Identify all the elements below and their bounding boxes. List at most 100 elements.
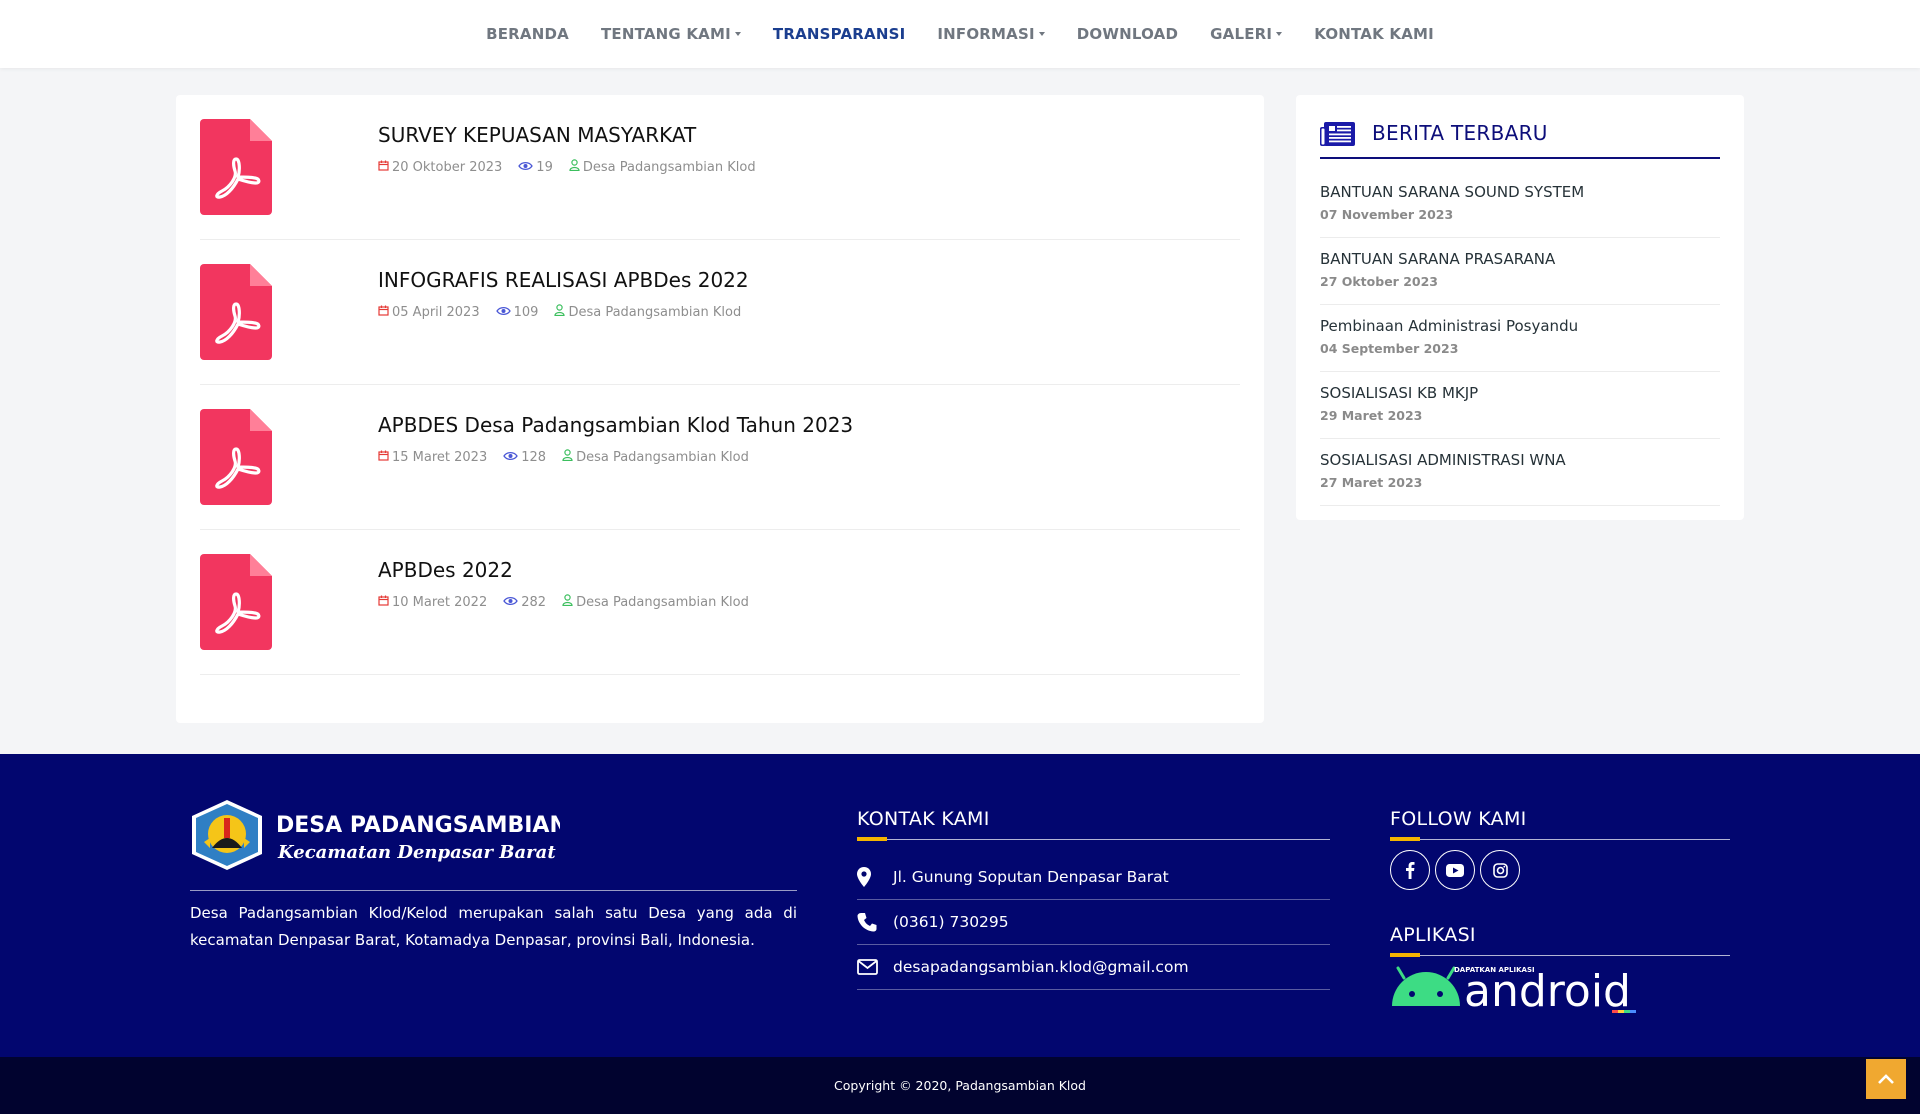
nav-label: GALERI [1210,25,1273,43]
facebook-icon [1406,862,1415,879]
document-author: Desa Padangsambian Klod [562,594,749,610]
news-item[interactable]: SOSIALISASI ADMINISTRASI WNA 27 Maret 20… [1320,439,1720,506]
nav-tentang-kami[interactable]: TENTANG KAMI [585,25,757,43]
eye-icon [518,160,536,175]
copyright-text: Copyright © 2020, Padangsambian Klod [834,1078,1086,1093]
contact-title: KONTAK KAMI [857,808,990,830]
nav-kontak-kami[interactable]: KONTAK KAMI [1298,25,1450,43]
contact-text[interactable]: (0361) 730295 [893,913,1009,931]
android-robot-icon [1392,966,1460,1006]
document-item[interactable]: SURVEY KEPUASAN MASYARKAT 20 Oktober 202… [200,95,1240,240]
news-date: 27 Oktober 2023 [1320,274,1438,289]
news-item[interactable]: Pembinaan Administrasi Posyandu 04 Septe… [1320,305,1720,372]
android-big-text: android [1464,966,1631,1016]
news-date: 04 September 2023 [1320,341,1459,356]
copyright-bar: Copyright © 2020, Padangsambian Klod [0,1057,1920,1114]
document-item[interactable]: APBDES Desa Padangsambian Klod Tahun 202… [200,385,1240,530]
top-navigation: BERANDA TENTANG KAMI TRANSPARANSI INFORMASI… [0,0,1920,68]
contact-text[interactable]: desapadangsambian.klod@gmail.com [893,958,1189,976]
user-icon [562,594,576,610]
nav-download[interactable]: DOWNLOAD [1061,25,1194,43]
document-meta: 05 April 2023 109 Desa Padangsambian Klo… [378,304,757,320]
latest-news-sidebar: BERITA TERBARU BANTUAN SARANA SOUND SYST… [1296,95,1744,520]
eye-icon [495,305,514,320]
user-icon [569,159,583,175]
site-footer: DESA PADANGSAMBIAN KLOD Kecamatan Denpas… [0,754,1920,1057]
document-author: Desa Padangsambian Klod [554,304,741,320]
news-title[interactable]: BANTUAN SARANA SOUND SYSTEM [1320,183,1584,201]
document-item[interactable]: INFOGRAFIS REALISASI APBDes 2022 05 Apri… [200,240,1240,385]
contact-row: (0361) 730295 [857,900,1330,945]
nav-informasi[interactable]: INFORMASI [921,25,1060,43]
document-author: Desa Padangsambian Klod [562,449,749,465]
scroll-to-top-button[interactable] [1866,1059,1906,1099]
document-title[interactable]: SURVEY KEPUASAN MASYARKAT [378,123,696,147]
document-date: 05 April 2023 [378,305,480,320]
nav-label: KONTAK KAMI [1314,25,1434,43]
eye-icon [503,595,521,610]
nav-galeri[interactable]: GALERI [1194,25,1298,43]
pdf-file-icon[interactable] [200,119,272,215]
instagram-icon [1492,862,1508,878]
follow-title-line [1390,839,1730,840]
caret-down-icon [734,32,741,36]
contact-title-line [857,839,1330,840]
android-app-badge[interactable]: DAPATKAN APLIKASI android [1390,964,1646,1017]
news-title[interactable]: BANTUAN SARANA PRASARANA [1320,250,1555,268]
document-title[interactable]: APBDes 2022 [378,558,513,582]
document-views: 282 [503,595,546,610]
document-meta: 15 Maret 2023 128 Desa Padangsambian Klo… [378,449,765,465]
facebook-button[interactable] [1390,850,1430,890]
sidebar-title: BERITA TERBARU [1372,121,1548,145]
nav-label: TRANSPARANSI [772,25,906,43]
pdf-file-icon[interactable] [200,409,272,505]
date-text: 15 Maret 2023 [392,449,488,465]
calendar-icon [378,450,392,465]
user-icon [554,304,568,320]
map-marker-icon [857,867,893,887]
nav-label: TENTANG KAMI [600,25,731,43]
document-title[interactable]: APBDES Desa Padangsambian Klod Tahun 202… [378,413,853,437]
calendar-icon [378,595,392,610]
youtube-icon [1446,863,1464,877]
news-date: 29 Maret 2023 [1320,408,1423,423]
app-title-accent [1390,953,1420,957]
news-title[interactable]: SOSIALISASI ADMINISTRASI WNA [1320,451,1566,469]
calendar-icon [378,305,392,320]
follow-title-accent [1390,837,1420,841]
newspaper-icon [1320,121,1356,152]
youtube-button[interactable] [1435,850,1475,890]
user-icon [562,449,576,465]
date-text: 20 Oktober 2023 [392,159,503,175]
chevron-up-icon [1878,1074,1894,1084]
document-title[interactable]: INFOGRAFIS REALISASI APBDes 2022 [378,268,749,292]
news-item[interactable]: BANTUAN SARANA SOUND SYSTEM 07 November … [1320,171,1720,238]
village-logo[interactable]: DESA PADANGSAMBIAN KLOD Kecamatan Denpas… [190,798,643,872]
instagram-button[interactable] [1480,850,1520,890]
nav-label: INFORMASI [937,25,1035,43]
nav-beranda[interactable]: BERANDA [470,25,585,43]
author-text: Desa Padangsambian Klod [568,304,742,320]
news-item[interactable]: BANTUAN SARANA PRASARANA 27 Oktober 2023 [1320,238,1720,305]
news-date: 27 Maret 2023 [1320,475,1423,490]
caret-down-icon [1276,32,1283,36]
logo-title: DESA PADANGSAMBIAN KLOD [276,813,560,838]
pdf-file-icon[interactable] [200,264,272,360]
news-item[interactable]: SOSIALISASI KB MKJP 29 Maret 2023 [1320,372,1720,439]
document-views: 19 [518,160,553,175]
app-title: APLIKASI [1390,924,1476,946]
document-views: 109 [495,305,538,320]
document-item[interactable]: APBDes 2022 10 Maret 2022 282 Desa Padan… [200,530,1240,675]
footer-divider [190,890,797,891]
document-author: Desa Padangsambian Klod [569,159,756,175]
news-title[interactable]: SOSIALISASI KB MKJP [1320,384,1478,402]
footer-description: Desa Padangsambian Klod/Kelod merupakan … [190,904,797,949]
news-title[interactable]: Pembinaan Administrasi Posyandu [1320,317,1578,335]
contact-text[interactable]: Jl. Gunung Soputan Denpasar Barat [893,868,1169,886]
nav-transparansi[interactable]: TRANSPARANSI [757,25,921,43]
date-text: 05 April 2023 [392,304,480,320]
calendar-icon [378,160,392,175]
contact-title-accent [857,837,887,841]
author-text: Desa Padangsambian Klod [582,159,756,175]
pdf-file-icon[interactable] [200,554,272,650]
